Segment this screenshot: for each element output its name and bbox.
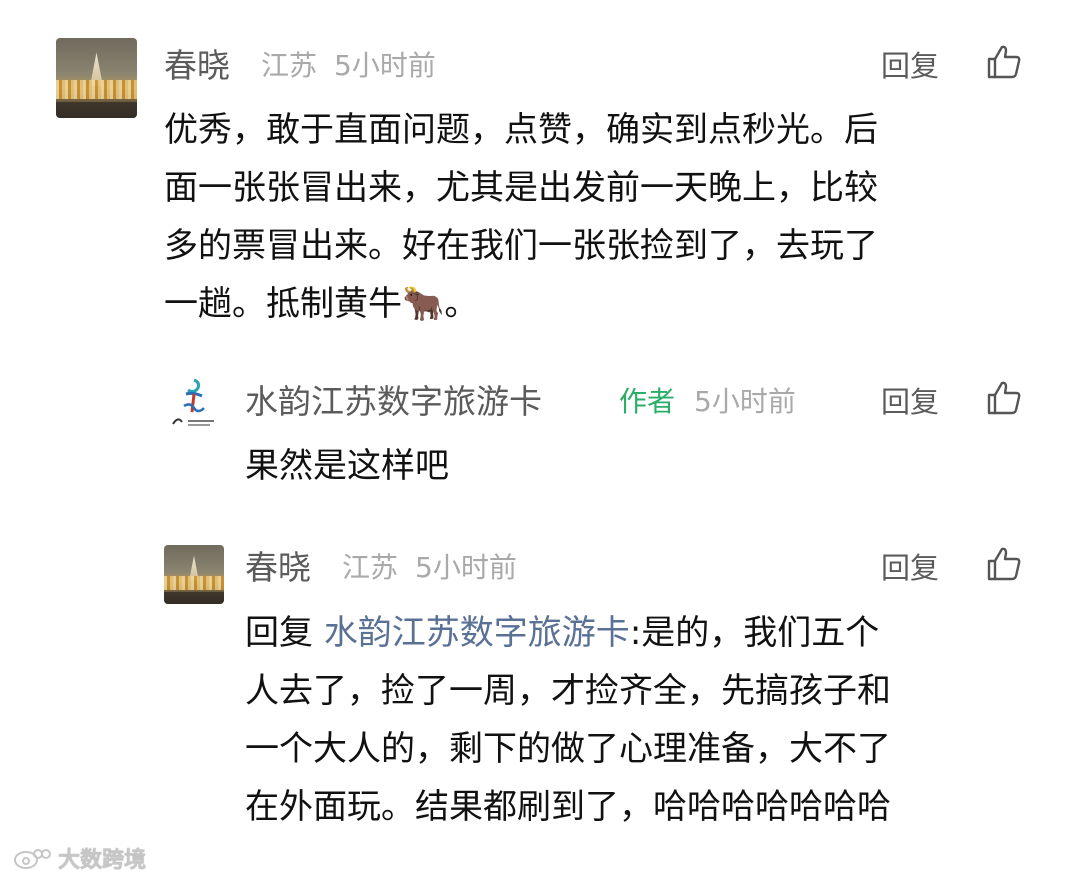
commenter-name[interactable]: 水韵江苏数字旅游卡 [245,382,542,422]
reply-button[interactable]: 回复 [881,46,939,86]
author-badge: 作者 [619,385,676,418]
comment-line: 一个大人的，剩下的做了心理准备，大不了 [245,729,891,769]
tourism-logo-icon [172,378,214,426]
weibo-logo-icon [14,849,51,869]
comment-line: 面一张张冒出来，尤其是出发前一天晚上，比较 [164,168,878,208]
watermark: 大数跨境 [12,842,146,874]
thumbs-up-icon[interactable] [986,380,1022,416]
comment-location: 江苏 [261,49,318,82]
thumbs-up-icon[interactable] [986,546,1022,582]
comment-line: 回复 水韵江苏数字旅游卡:是的，我们五个 [245,604,891,662]
reply-button[interactable]: 回复 [881,382,939,422]
comment-line: 多的票冒出来。好在我们一张张捡到了，去玩了 [164,226,878,266]
comment-body: 优秀，敢于直面问题，点赞，确实到点秒光。后 面一张张冒出来，尤其是出发前一天晚上… [164,101,878,333]
reply-target-link[interactable]: 水韵江苏数字旅游卡 [324,613,630,653]
comment-line: 优秀，敢于直面问题，点赞，确实到点秒光。后 [164,110,878,150]
comment-time: 5小时前 [334,49,436,82]
comment-time: 5小时前 [694,385,796,418]
comment-line: 在外面玩。结果都刷到了，哈哈哈哈哈哈哈 [245,787,891,827]
comment-location: 江苏 [342,551,399,584]
reply-prefix: 回复 [245,613,324,653]
thumbs-up-icon[interactable] [986,44,1022,80]
watermark-text: 大数跨境 [58,848,147,873]
avatar[interactable] [164,545,224,604]
comment-line-text: :是的，我们五个 [629,613,880,653]
comment-line: 人去了，捡了一周，才捡齐全，先搞孩子和 [245,671,891,711]
comment-time: 5小时前 [415,551,517,584]
reply-button[interactable]: 回复 [881,548,939,588]
comment-thread: 春晓 江苏 5小时前 回复 优秀，敢于直面问题，点赞，确实到点秒光。后 面一张张… [0,0,1080,880]
comment-body: 果然是这样吧 [245,437,449,495]
comment-body: 回复 水韵江苏数字旅游卡:是的，我们五个 人去了，捡了一周，才捡齐全，先搞孩子和… [245,604,891,836]
avatar[interactable] [164,372,224,432]
comment-line: 一趟。抵制黄牛🐂。 [164,284,479,324]
commenter-name[interactable]: 春晓 [245,548,311,588]
comment-line: 果然是这样吧 [245,446,449,486]
avatar[interactable] [56,38,137,118]
commenter-name[interactable]: 春晓 [164,46,230,86]
